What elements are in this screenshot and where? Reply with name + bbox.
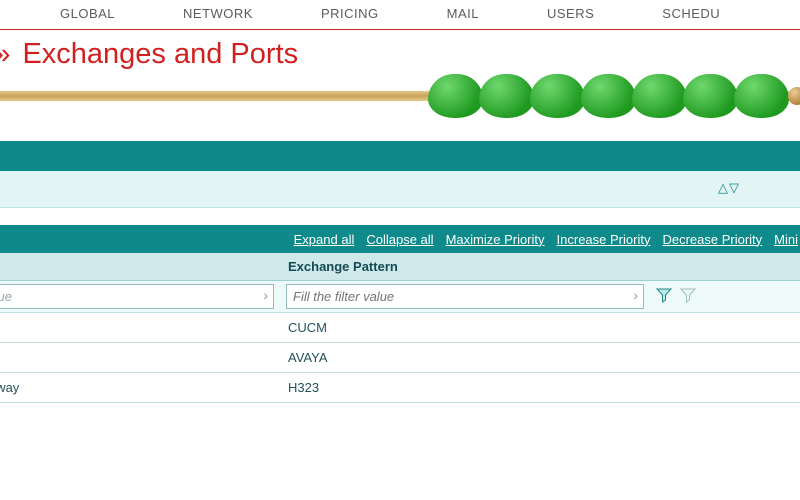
minimize-priority-link[interactable]: Mini bbox=[774, 232, 798, 247]
decrease-priority-link[interactable]: Decrease Priority bbox=[662, 232, 762, 247]
filter-icon[interactable] bbox=[656, 287, 672, 306]
breadcrumb: rk » Exchanges and Ports bbox=[0, 30, 800, 77]
table-row[interactable]: Gateway H323 bbox=[0, 373, 800, 403]
th-pattern[interactable]: Exchange Pattern bbox=[280, 253, 650, 281]
row-actions: Expand all Collapse all Maximize Priorit… bbox=[0, 225, 800, 253]
tab-global[interactable]: GLOBAL bbox=[60, 6, 115, 21]
exchanges-panel: △▽ Expand all Collapse all Maximize Prio… bbox=[0, 141, 800, 403]
breadcrumb-sep: » bbox=[0, 38, 14, 70]
cell-pattern: H323 bbox=[280, 373, 650, 403]
tab-schedule[interactable]: SCHEDU bbox=[662, 6, 720, 21]
filter-clear-icon[interactable] bbox=[680, 287, 696, 306]
cell-name bbox=[0, 313, 280, 343]
th-actions bbox=[650, 253, 800, 281]
table-row[interactable]: CUCM bbox=[0, 313, 800, 343]
tab-mail[interactable]: MAIL bbox=[447, 6, 479, 21]
expand-all-link[interactable]: Expand all bbox=[294, 232, 355, 247]
increase-priority-link[interactable]: Increase Priority bbox=[557, 232, 651, 247]
tab-users[interactable]: USERS bbox=[547, 6, 594, 21]
decorative-bar bbox=[0, 77, 800, 123]
panel-header bbox=[0, 141, 800, 171]
filter-pattern-input[interactable] bbox=[286, 284, 644, 309]
cell-name: Gateway bbox=[0, 373, 280, 403]
chevron-right-icon[interactable]: › bbox=[263, 287, 268, 303]
top-tabs: GLOBAL NETWORK PRICING MAIL USERS SCHEDU bbox=[0, 0, 800, 29]
exchanges-table: ) Exchange Pattern › › bbox=[0, 253, 800, 403]
page-title: Exchanges and Ports bbox=[22, 38, 298, 70]
th-name[interactable]: ) bbox=[0, 253, 280, 281]
tab-pricing[interactable]: PRICING bbox=[321, 6, 379, 21]
tab-network[interactable]: NETWORK bbox=[183, 6, 253, 21]
filter-row: › › bbox=[0, 281, 800, 313]
filter-name-input[interactable] bbox=[0, 284, 274, 309]
cell-pattern: CUCM bbox=[280, 313, 650, 343]
sort-toggle[interactable]: △▽ bbox=[718, 180, 740, 196]
panel-toolbar: △▽ bbox=[0, 171, 800, 208]
table-row[interactable]: m AVAYA bbox=[0, 343, 800, 373]
maximize-priority-link[interactable]: Maximize Priority bbox=[446, 232, 545, 247]
collapse-all-link[interactable]: Collapse all bbox=[366, 232, 433, 247]
cell-pattern: AVAYA bbox=[280, 343, 650, 373]
chevron-right-icon[interactable]: › bbox=[633, 287, 638, 303]
cell-name: m bbox=[0, 343, 280, 373]
